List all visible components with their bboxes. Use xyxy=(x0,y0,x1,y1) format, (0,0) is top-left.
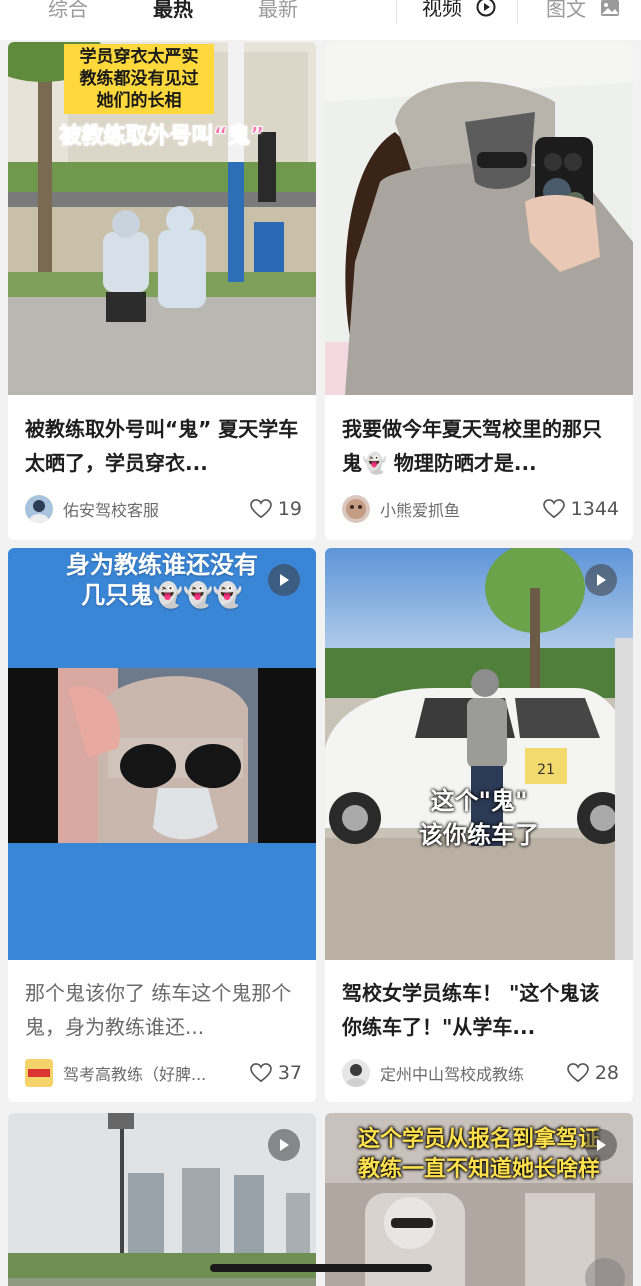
avatar[interactable] xyxy=(25,1059,53,1087)
card-cover-image xyxy=(325,42,633,395)
cover-caption: 学员穿衣太严实 教练都没有见过 她们的长相 xyxy=(64,44,214,114)
feed-card[interactable]: 这个学员从报名到拿驾证 教练一直不知道她长啥样 xyxy=(325,1113,633,1286)
like-count: 28 xyxy=(594,1062,619,1084)
feed-card[interactable] xyxy=(8,1113,316,1286)
video-play-icon xyxy=(268,564,300,596)
like-button[interactable]: 37 xyxy=(249,1062,302,1084)
card-cover-image xyxy=(8,1113,316,1286)
like-count: 1344 xyxy=(570,498,619,520)
card-title: 我要做今年夏天驾校里的那只鬼👻 物理防晒才是... xyxy=(342,417,602,475)
card-title: 那个鬼该你了 练车这个鬼那个鬼，身为教练谁还... xyxy=(25,981,292,1039)
avatar[interactable] xyxy=(342,1059,370,1087)
avatar[interactable] xyxy=(25,495,53,523)
home-indicator[interactable] xyxy=(210,1264,432,1272)
heart-icon xyxy=(249,1063,272,1083)
tab-comprehensive[interactable]: 综合 xyxy=(48,0,88,22)
cover-headline: 这个学员从报名到拿驾证 教练一直不知道她长啥样 xyxy=(357,1127,600,1182)
card-meta: 佑安驾校客服 19 xyxy=(25,494,302,524)
card-cover-image: 这个学员从报名到拿驾证 教练一直不知道她长啥样 xyxy=(325,1113,633,1286)
feed-card[interactable]: 我要做今年夏天驾校里的那只鬼👻 物理防晒才是... 小熊爱抓鱼 1344 xyxy=(325,42,633,540)
avatar[interactable] xyxy=(342,495,370,523)
tab-hottest[interactable]: 最热 xyxy=(153,0,193,22)
author-name[interactable]: 佑安驾校客服 xyxy=(63,497,242,521)
tab-latest[interactable]: 最新 xyxy=(258,0,298,22)
tab-video-label: 视频 xyxy=(422,0,462,20)
play-circle-icon xyxy=(476,0,496,22)
card-title: 被教练取外号叫“鬼” 夏天学车太晒了，学员穿衣... xyxy=(25,417,299,475)
heart-icon xyxy=(566,1063,589,1083)
card-meta: 驾考高教练（好脾... 37 xyxy=(25,1058,302,1088)
author-name[interactable]: 驾考高教练（好脾... xyxy=(63,1061,242,1085)
feed-card[interactable]: 21 这个"鬼" 该你练车了 驾校女学员练车！ "这个鬼该你练车了！"从学车..… xyxy=(325,548,633,1102)
video-play-icon xyxy=(268,1129,300,1161)
tab-image-text[interactable]: 图文 xyxy=(546,0,620,22)
svg-text:21: 21 xyxy=(537,762,555,778)
video-play-icon xyxy=(585,564,617,596)
card-meta: 定州中山驾校成教练 28 xyxy=(342,1058,619,1088)
card-meta: 小熊爱抓鱼 1344 xyxy=(342,494,619,524)
tab-divider xyxy=(517,0,518,24)
image-icon xyxy=(600,0,620,22)
cover-headline: 被教练取外号叫“鬼” xyxy=(59,124,265,150)
card-cover-image: 21 这个"鬼" 该你练车了 xyxy=(325,548,633,960)
cover-headline: 这个"鬼" 该你练车了 xyxy=(419,787,539,849)
card-cover-image: 学员穿衣太严实 教练都没有见过 她们的长相 被教练取外号叫“鬼” xyxy=(8,42,316,395)
card-title: 驾校女学员练车！ "这个鬼该你练车了！"从学车... xyxy=(342,981,600,1039)
like-count: 37 xyxy=(277,1062,302,1084)
category-tab-bar: 综合 最热 最新 视频 图文 xyxy=(0,0,641,40)
card-cover-image: 身为教练谁还没有 几只鬼👻👻👻 xyxy=(8,548,316,960)
like-button[interactable]: 1344 xyxy=(542,498,619,520)
tab-video[interactable]: 视频 xyxy=(422,0,496,22)
like-count: 19 xyxy=(277,498,302,520)
feed-card[interactable]: 身为教练谁还没有 几只鬼👻👻👻 那个鬼该你了 练车这个鬼那个鬼，身为教练谁还..… xyxy=(8,548,316,1102)
like-button[interactable]: 19 xyxy=(249,498,302,520)
heart-icon xyxy=(542,499,565,519)
author-name[interactable]: 小熊爱抓鱼 xyxy=(380,497,535,521)
heart-icon xyxy=(249,499,272,519)
feed-card[interactable]: 学员穿衣太严实 教练都没有见过 她们的长相 被教练取外号叫“鬼” 被教练取外号叫… xyxy=(8,42,316,540)
tab-image-text-label: 图文 xyxy=(546,0,586,21)
video-play-icon xyxy=(585,1129,617,1161)
tab-divider xyxy=(396,0,397,24)
like-button[interactable]: 28 xyxy=(566,1062,619,1084)
author-name[interactable]: 定州中山驾校成教练 xyxy=(380,1061,559,1085)
